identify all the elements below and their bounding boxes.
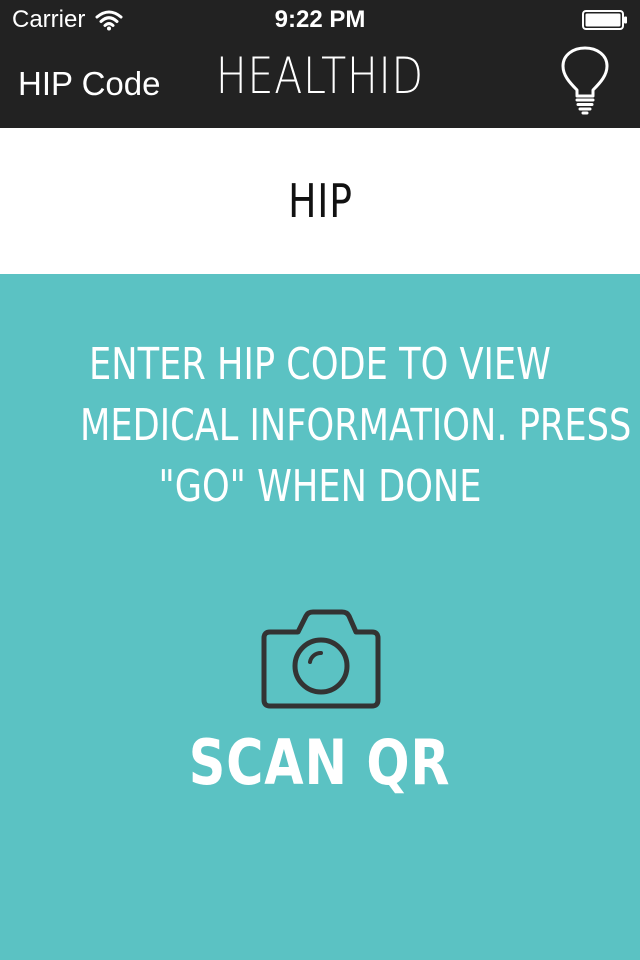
instructions-text: ENTER HIP CODE TO VIEW MEDICAL INFORMATI…	[20, 334, 632, 517]
lightbulb-icon[interactable]	[558, 46, 612, 116]
status-bar: Carrier 9:22 PM	[0, 0, 640, 40]
scan-qr-label[interactable]: SCAN QR	[0, 726, 640, 800]
scan-qr-text[interactable]: SCAN QR	[189, 726, 451, 800]
back-button[interactable]: HIP Code	[18, 62, 160, 106]
camera-icon	[261, 609, 381, 709]
app-title: HEALTHID	[215, 47, 425, 105]
hip-code-field[interactable]: HIP	[0, 128, 640, 274]
instructions-line: "GO" WHEN DONE	[158, 461, 482, 512]
instructions-line: MEDICAL INFORMATION. PRESS	[80, 400, 632, 451]
status-time: 9:22 PM	[274, 6, 366, 33]
instructions-line: ENTER HIP CODE TO VIEW	[89, 339, 551, 390]
battery-icon	[582, 10, 627, 30]
hip-code-value[interactable]: HIP	[288, 174, 353, 228]
scan-qr-button[interactable]: SCAN QR	[0, 600, 640, 810]
app-header: Carrier 9:22 PM HIP Code HEALTHID	[0, 0, 640, 128]
